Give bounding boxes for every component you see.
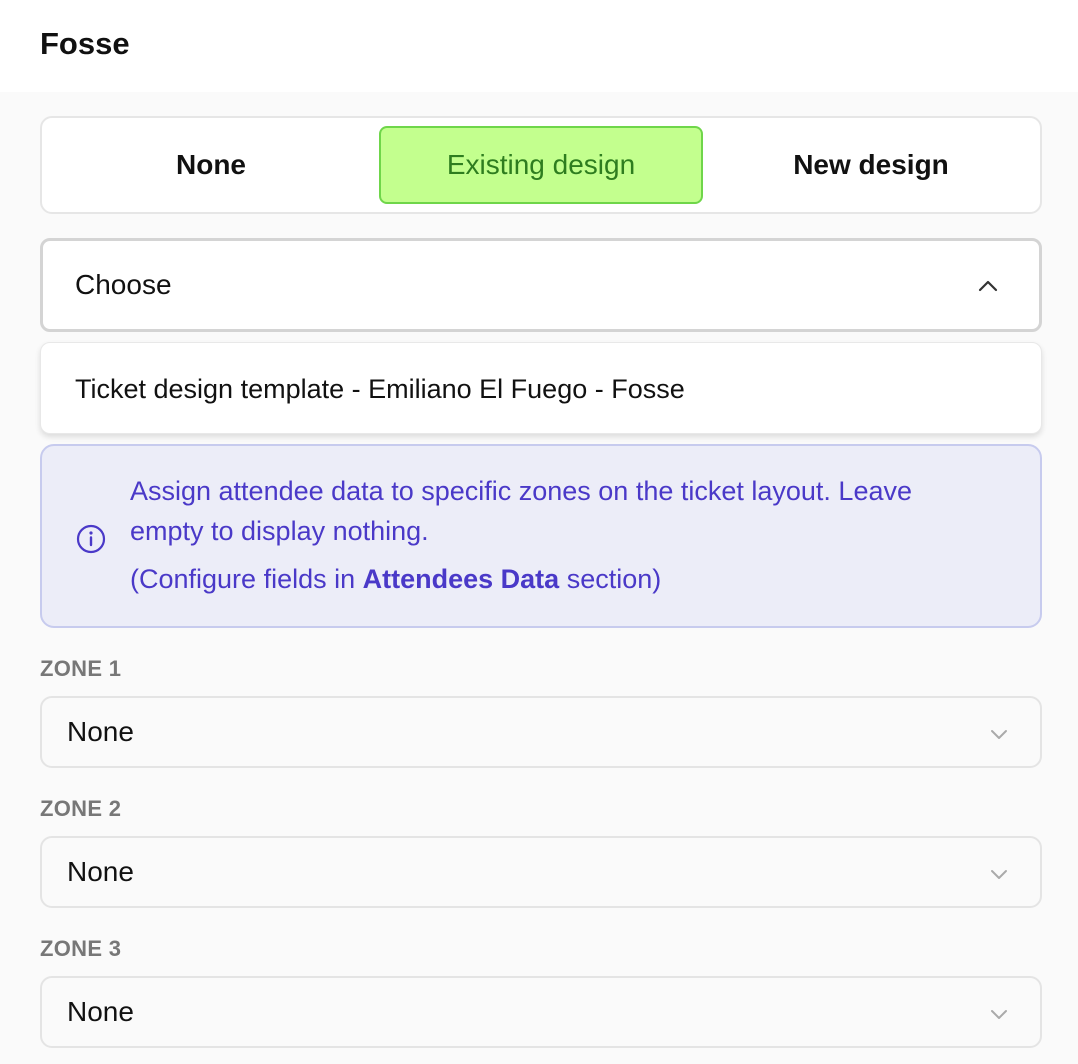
page-title: Fosse xyxy=(40,26,130,61)
template-dropdown-menu: Ticket design template - Emiliano El Fue… xyxy=(40,342,1042,434)
zone-3-select[interactable]: None xyxy=(40,976,1042,1048)
info-text-line3: (Configure fields in Attendees Data sect… xyxy=(130,560,661,598)
chevron-down-icon xyxy=(991,730,1007,739)
template-select-value: Choose xyxy=(75,269,172,300)
zone-3-label: ZONE 3 xyxy=(40,936,122,961)
info-circle-icon xyxy=(76,524,106,554)
template-select[interactable]: Choose xyxy=(40,238,1042,332)
design-option-new[interactable]: New design xyxy=(710,126,1032,204)
info-text-line2: empty to display nothing. xyxy=(130,516,429,546)
info-text-suffix: section) xyxy=(559,564,662,594)
info-text-line1: Assign attendee data to specific zones o… xyxy=(130,476,912,506)
chevron-down-icon xyxy=(991,1010,1007,1019)
info-callout: Assign attendee data to specific zones o… xyxy=(40,444,1042,628)
page-header: Fosse xyxy=(0,0,1078,92)
zone-1-select[interactable]: None xyxy=(40,696,1042,768)
zone-2-label: ZONE 2 xyxy=(40,796,122,821)
design-option-existing[interactable]: Existing design xyxy=(379,126,703,204)
zone-3-value: None xyxy=(67,996,134,1027)
attendees-data-link[interactable]: Attendees Data xyxy=(363,564,560,594)
zone-2-select[interactable]: None xyxy=(40,836,1042,908)
zone-2-value: None xyxy=(67,856,134,887)
zone-1-value: None xyxy=(67,716,134,747)
chevron-up-icon xyxy=(978,280,998,292)
chevron-down-icon xyxy=(991,870,1007,879)
design-mode-selector: None Existing design New design xyxy=(40,116,1042,214)
design-option-none[interactable]: None xyxy=(50,126,372,204)
template-option[interactable]: Ticket design template - Emiliano El Fue… xyxy=(41,343,1041,435)
info-text-prefix: (Configure fields in xyxy=(130,564,363,594)
zone-1-label: ZONE 1 xyxy=(40,656,122,681)
